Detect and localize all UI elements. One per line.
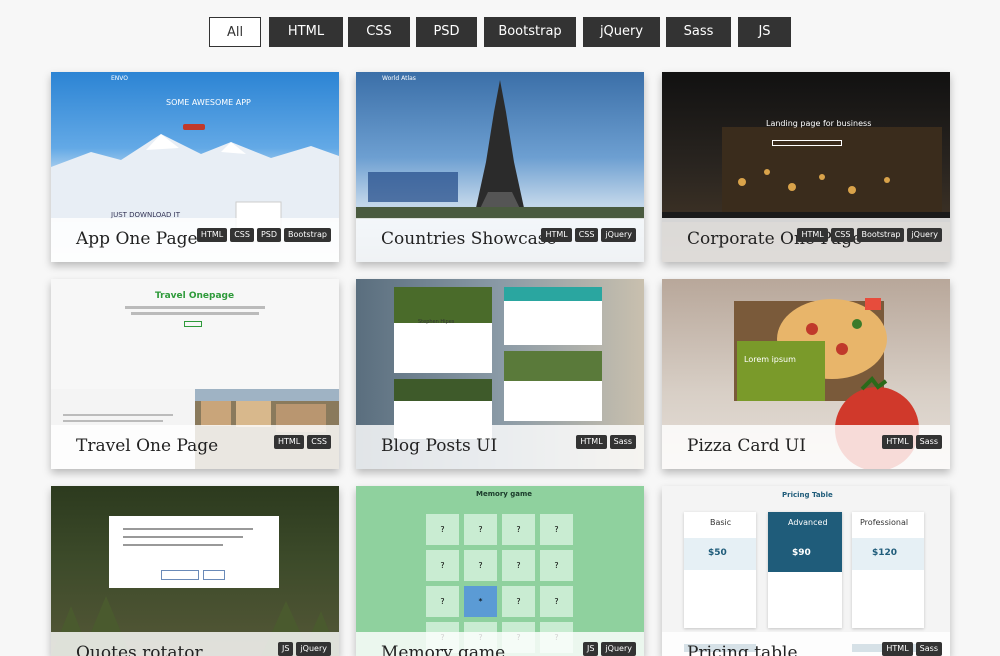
plan-name: Basic [710,518,732,527]
tag-js: JS [278,642,294,656]
preview-cta-button [183,124,205,130]
tag-sass: Sass [609,435,636,449]
preview-heading: Pricing Table [782,491,833,499]
tag-sass: Sass [915,435,942,449]
card-app-one-page[interactable]: ENVO SOME AWESOME APP JUST DOWNLOAD IT A… [51,72,339,262]
card-tags: HTML CSS [273,435,331,449]
tag-html: HTML [797,228,828,242]
tag-css: CSS [574,228,599,242]
preview-post-card: Stephen Hipes [394,287,492,373]
memory-cell: ? [464,514,497,545]
card-title: App One Page [76,229,198,249]
preview-heading: Landing page for business [766,119,872,128]
tag-bootstrap: Bootstrap [857,228,905,242]
card-countries-showcase[interactable]: World Atlas Countries Showcase HTML CSS … [356,72,644,262]
card-title: Memory game [381,643,506,656]
card-pizza-card-ui[interactable]: Lorem ipsum Pizza Card UI HTML Sass [662,279,950,469]
tag-js: JS [583,642,599,656]
memory-cell: ? [502,550,535,581]
preview-heading: Lorem ipsum [744,355,796,364]
memory-cell: ? [540,586,573,617]
tag-html: HTML [541,228,572,242]
memory-cell-revealed: * [464,586,497,617]
plan-price: $90 [792,548,811,558]
tag-css: CSS [307,435,331,449]
card-tags: HTML CSS PSD Bootstrap [196,228,331,242]
filter-html[interactable]: HTML [269,17,343,47]
tag-sass: Sass [915,642,942,656]
plan-price: $120 [872,548,898,558]
tag-html: HTML [273,435,305,449]
filter-bar: All HTML CSS PSD Bootstrap jQuery Sass J… [0,17,1000,47]
memory-cell: ? [540,514,573,545]
plan-name: Advanced [788,518,828,527]
filter-js[interactable]: JS [738,17,791,47]
card-thumbnail: Memory game ? ? ? ? ? ? ? ? ? * ? ? ? ? … [356,486,644,656]
filter-jquery[interactable]: jQuery [583,17,660,47]
memory-cell: ? [464,550,497,581]
card-corporate-one-page[interactable]: Landing page for business Corporate One … [662,72,950,262]
tag-css: CSS [830,228,855,242]
pricing-plan-professional: Professional $120 [852,512,924,652]
pricing-plan-basic: Basic $50 [684,512,756,652]
preview-caption-box [368,172,458,202]
card-tags: HTML CSS Bootstrap jQuery [797,228,942,242]
memory-cell: ? [540,550,573,581]
filter-bootstrap[interactable]: Bootstrap [484,17,576,47]
memory-cell: ? [426,514,459,545]
preview-heading: Memory game [476,490,533,498]
card-title: Pricing table [687,643,798,656]
card-title: Countries Showcase [381,229,557,249]
preview-cta-button [772,140,842,146]
memory-cell: ? [426,550,459,581]
card-tags: HTML Sass [882,435,942,449]
tag-bootstrap: Bootstrap [284,228,331,242]
card-blog-posts-ui[interactable]: Stephen Hipes Blog Posts UI HTML Sass [356,279,644,469]
preview-post-card [504,287,602,345]
card-pricing-table[interactable]: Pricing Table Basic $50 Advanced $90 Pro… [662,486,950,656]
preview-heading: SOME AWESOME APP [166,98,251,107]
tag-html: HTML [196,228,228,242]
tag-html: HTML [882,435,913,449]
card-thumbnail [51,486,339,656]
preview-quote-box [109,516,279,588]
card-quotes-rotator[interactable]: Quotes rotator JS jQuery [51,486,339,656]
card-tags: JS jQuery [278,642,331,656]
filter-css[interactable]: CSS [348,17,410,47]
card-title: Quotes rotator [76,643,203,656]
tag-html: HTML [882,642,913,656]
card-travel-one-page[interactable]: Travel Onepage Travel One Page HTML CSS [51,279,339,469]
card-title: Travel One Page [76,436,219,456]
preview-brand: World Atlas [382,75,416,82]
filter-psd[interactable]: PSD [416,17,477,47]
filter-sass[interactable]: Sass [666,17,731,47]
preview-info-box [737,341,825,401]
card-title: Pizza Card UI [687,436,806,456]
filter-all[interactable]: All [209,17,261,47]
preview-post-card [504,351,602,421]
tag-jquery: jQuery [907,228,942,242]
card-tags: HTML CSS jQuery [541,228,636,242]
tag-psd: PSD [256,228,281,242]
memory-cell: ? [502,586,535,617]
plan-name: Professional [860,518,909,527]
tag-jquery: jQuery [601,642,636,656]
memory-cell: ? [426,586,459,617]
tag-jquery: jQuery [601,228,636,242]
card-memory-game[interactable]: Memory game ? ? ? ? ? ? ? ? ? * ? ? ? ? … [356,486,644,656]
tag-jquery: jQuery [296,642,331,656]
pricing-plan-advanced: Advanced $90 [768,512,842,628]
tag-html: HTML [576,435,607,449]
card-thumbnail: Pricing Table Basic $50 Advanced $90 Pro… [662,486,950,656]
card-title: Blog Posts UI [381,436,498,456]
memory-cell: ? [502,514,535,545]
card-tags: HTML Sass [882,642,942,656]
preview-author: Stephen Hipes [418,319,455,325]
tag-css: CSS [230,228,254,242]
card-tags: HTML Sass [576,435,636,449]
card-tags: JS jQuery [583,642,636,656]
preview-brand: ENVO [111,75,129,82]
plan-price: $50 [708,548,727,558]
